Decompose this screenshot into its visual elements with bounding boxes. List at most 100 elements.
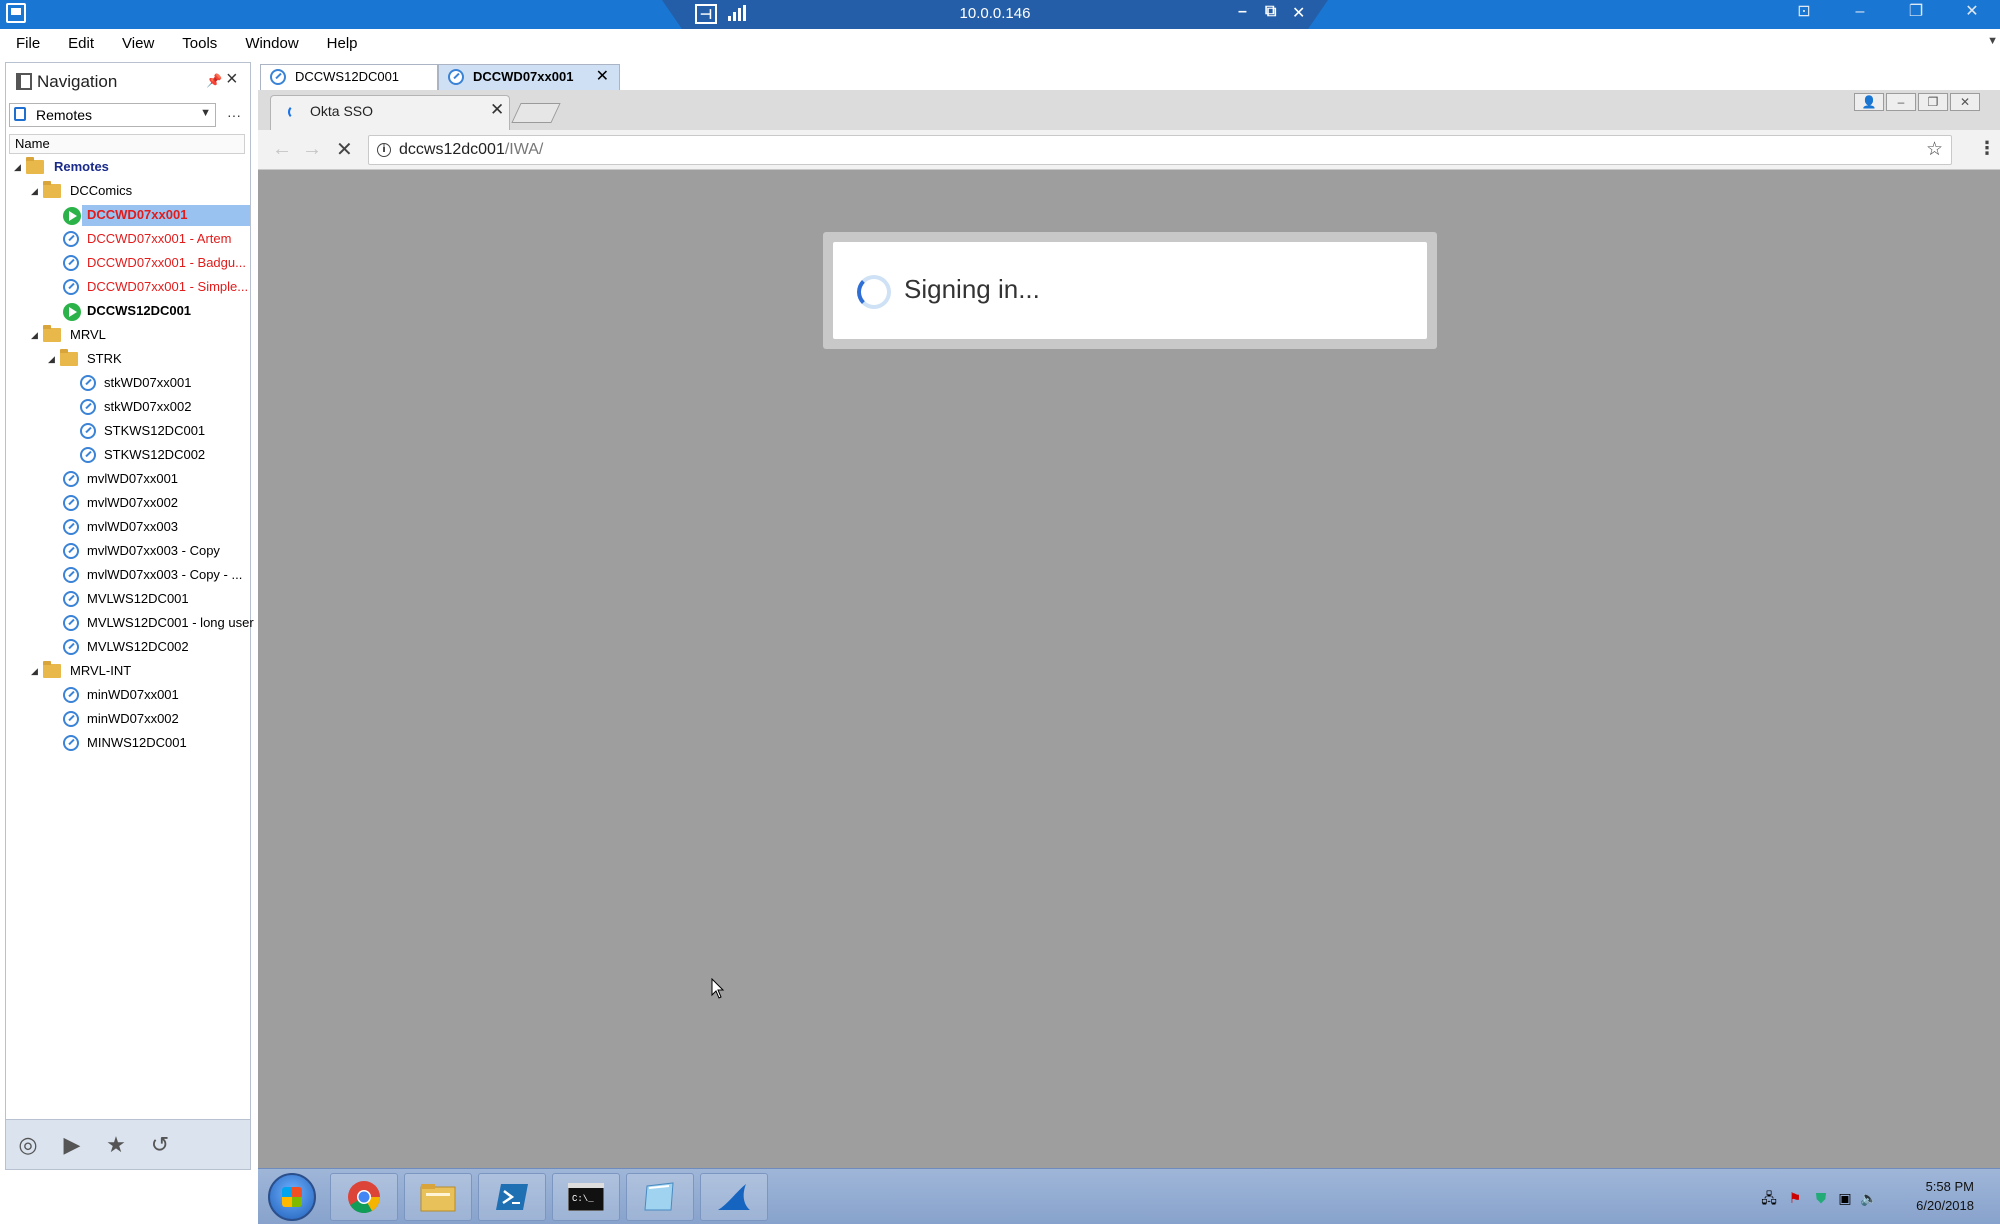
history-icon[interactable]: ↺ bbox=[146, 1132, 174, 1158]
collapse-arrow-icon[interactable]: ◢ bbox=[31, 180, 38, 202]
tree-item-stkwd07xx002[interactable]: stkWD07xx002 bbox=[6, 396, 246, 418]
tree-item-dccwd07xx001[interactable]: DCCWD07xx001 bbox=[6, 204, 250, 226]
navigation-title: Navigation bbox=[37, 72, 118, 91]
remote-session-view[interactable]: Okta SSO ✕ 👤 – ❐ ✕ ← → ✕ i dccws12dc001/IWA… bbox=[258, 90, 2000, 1168]
volume-icon[interactable]: 🔈 bbox=[1860, 1189, 1878, 1207]
address-bar[interactable]: i dccws12dc001/IWA/ ☆ bbox=[368, 135, 1952, 165]
browser-menu-icon[interactable]: ⋮ bbox=[1978, 138, 1996, 159]
bookmark-star-icon[interactable]: ☆ bbox=[1926, 138, 1943, 161]
taskbar-powershell[interactable] bbox=[478, 1173, 546, 1221]
start-button[interactable] bbox=[268, 1173, 316, 1221]
taskbar-chrome[interactable] bbox=[330, 1173, 398, 1221]
tree-folder-mrvl-int[interactable]: ◢ MRVL-INT bbox=[31, 660, 271, 682]
collapse-arrow-icon[interactable]: ◢ bbox=[14, 156, 21, 178]
network-shared-icon[interactable]: 🖧 bbox=[1760, 1189, 1778, 1207]
minimize-icon[interactable]: – bbox=[1832, 0, 1888, 24]
navigation-filter-select[interactable]: Remotes ▼ bbox=[9, 103, 216, 127]
taskbar-wireshark[interactable] bbox=[700, 1173, 768, 1221]
column-header-name[interactable]: Name bbox=[9, 134, 245, 154]
site-info-icon[interactable]: i bbox=[377, 143, 391, 157]
tree-folder-dccomics[interactable]: ◢ DCComics bbox=[31, 180, 271, 202]
close-panel-icon[interactable]: × bbox=[226, 68, 238, 91]
star-icon[interactable]: ★ bbox=[102, 1132, 130, 1158]
menu-tools[interactable]: Tools bbox=[166, 29, 229, 58]
tree-item-stkws12dc002[interactable]: STKWS12DC002 bbox=[6, 444, 246, 466]
remote-desktop-icon bbox=[63, 495, 79, 511]
minimize-session-icon[interactable]: – bbox=[1238, 3, 1247, 21]
tree-item-mvlws12dc001[interactable]: MVLWS12DC001 bbox=[6, 588, 246, 610]
loading-spinner-icon bbox=[288, 105, 302, 119]
close-tab-icon[interactable]: ✕ bbox=[596, 65, 609, 89]
menu-file[interactable]: File bbox=[0, 29, 52, 58]
remote-desktop-icon bbox=[63, 735, 79, 751]
close-icon[interactable]: ✕ bbox=[1944, 0, 2000, 24]
tree-item-minwd07xx002[interactable]: minWD07xx002 bbox=[6, 708, 246, 730]
play-icon[interactable]: ▶ bbox=[58, 1132, 86, 1158]
taskbar-notepad[interactable] bbox=[626, 1173, 694, 1221]
restore-session-icon[interactable]: ⧉ bbox=[1265, 3, 1276, 21]
snap-layout-icon[interactable]: ⊡ bbox=[1776, 0, 1832, 24]
browser-toolbar: ← → ✕ i dccws12dc001/IWA/ ☆ ⋮ bbox=[258, 130, 2000, 170]
tree-item-dccwd07xx001-simple[interactable]: DCCWD07xx001 - Simple... bbox=[6, 276, 248, 298]
tree-folder-strk[interactable]: ◢ STRK bbox=[48, 348, 288, 370]
tree-item-dccwd07xx001-artem[interactable]: DCCWD07xx001 - Artem bbox=[6, 228, 246, 250]
menu-view[interactable]: View bbox=[106, 29, 166, 58]
tree-item-mvlwd07xx003-copy-2[interactable]: mvlWD07xx003 - Copy - ... bbox=[6, 564, 246, 586]
pin-icon[interactable]: 📌 bbox=[206, 73, 222, 89]
overflow-caret-icon[interactable]: ▼ bbox=[1987, 35, 1998, 47]
stop-loading-icon[interactable]: ✕ bbox=[336, 137, 353, 162]
browser-close-icon[interactable]: ✕ bbox=[1950, 93, 1980, 111]
close-browser-tab-icon[interactable]: ✕ bbox=[490, 100, 504, 120]
browser-tab-okta-sso[interactable]: Okta SSO ✕ bbox=[270, 95, 510, 130]
new-tab-button[interactable] bbox=[511, 103, 561, 123]
collapse-arrow-icon[interactable]: ◢ bbox=[48, 348, 55, 370]
folder-icon bbox=[43, 661, 61, 678]
taskbar-file-explorer[interactable] bbox=[404, 1173, 472, 1221]
tree-item-mvlwd07xx002[interactable]: mvlWD07xx002 bbox=[6, 492, 246, 514]
taskbar-clock[interactable]: 5:58 PM 6/20/2018 bbox=[1916, 1177, 1974, 1215]
tree-item-stkwd07xx001[interactable]: stkWD07xx001 bbox=[6, 372, 246, 394]
security-shield-icon[interactable]: ⛊ bbox=[1812, 1189, 1830, 1207]
tree-folder-mrvl[interactable]: ◢ MRVL bbox=[31, 324, 271, 346]
chevron-down-icon[interactable]: ▼ bbox=[200, 107, 211, 119]
record-icon[interactable]: ◎ bbox=[14, 1132, 42, 1158]
system-tray: 🖧 ⚑ ⛊ ▣ 🔈 5:58 PM 6/20/2018 bbox=[1750, 1169, 2000, 1225]
remote-desktop-icon bbox=[63, 231, 79, 247]
remote-desktop-icon bbox=[80, 447, 96, 463]
profile-icon[interactable]: 👤 bbox=[1854, 93, 1884, 111]
menu-bar: File Edit View Tools Window Help ▼ bbox=[0, 29, 2000, 58]
action-center-flag-icon[interactable]: ⚑ bbox=[1786, 1189, 1804, 1207]
tree-item-dccws12dc001[interactable]: DCCWS12DC001 bbox=[6, 300, 246, 322]
tree-item-minws12dc001[interactable]: MINWS12DC001 bbox=[6, 732, 246, 754]
taskbar-command-prompt[interactable]: C:\_ bbox=[552, 1173, 620, 1221]
tab-dccwd07xx001[interactable]: DCCWD07xx001 ✕ bbox=[438, 64, 620, 90]
forward-arrow-icon[interactable]: → bbox=[302, 138, 322, 161]
tree-item-mvlws12dc002[interactable]: MVLWS12DC002 bbox=[6, 636, 246, 658]
tree-item-stkws12dc001[interactable]: STKWS12DC001 bbox=[6, 420, 246, 442]
svg-text:C:\_: C:\_ bbox=[572, 1194, 594, 1204]
collapse-arrow-icon[interactable]: ◢ bbox=[31, 324, 38, 346]
network-icon[interactable]: ▣ bbox=[1836, 1189, 1854, 1207]
tree-item-mvlwd07xx003[interactable]: mvlWD07xx003 bbox=[6, 516, 246, 538]
tree-root-remotes[interactable]: ◢ Remotes bbox=[14, 156, 254, 178]
tree-item-mvlwd07xx003-copy[interactable]: mvlWD07xx003 - Copy bbox=[6, 540, 246, 562]
menu-edit[interactable]: Edit bbox=[52, 29, 106, 58]
tree-item-mvlwd07xx001[interactable]: mvlWD07xx001 bbox=[6, 468, 246, 490]
maximize-icon[interactable]: ❐ bbox=[1888, 0, 1944, 24]
tree-item-dccwd07xx001-badgu[interactable]: DCCWD07xx001 - Badgu... bbox=[6, 252, 246, 274]
address-bar-url[interactable]: dccws12dc001/IWA/ bbox=[399, 141, 543, 159]
browser-minimize-icon[interactable]: – bbox=[1886, 93, 1916, 111]
collapse-arrow-icon[interactable]: ◢ bbox=[31, 660, 38, 682]
remote-desktop-icon bbox=[63, 567, 79, 583]
browser-restore-icon[interactable]: ❐ bbox=[1918, 93, 1948, 111]
tab-dccws12dc001[interactable]: DCCWS12DC001 bbox=[260, 64, 438, 90]
back-arrow-icon[interactable]: ← bbox=[272, 138, 292, 161]
tree-item-minwd07xx001[interactable]: minWD07xx001 bbox=[6, 684, 246, 706]
close-session-icon[interactable]: ✕ bbox=[1292, 3, 1305, 23]
remote-desktop-icon bbox=[63, 519, 79, 535]
more-options-button[interactable]: ··· bbox=[227, 107, 241, 123]
menu-window[interactable]: Window bbox=[229, 29, 310, 58]
tree-item-mvlws12dc001-long-user[interactable]: MVLWS12DC001 - long user bbox=[6, 612, 254, 634]
menu-help[interactable]: Help bbox=[311, 29, 370, 58]
connection-bar[interactable]: ⊣ 10.0.0.146 – ⧉ ✕ bbox=[662, 0, 1328, 29]
